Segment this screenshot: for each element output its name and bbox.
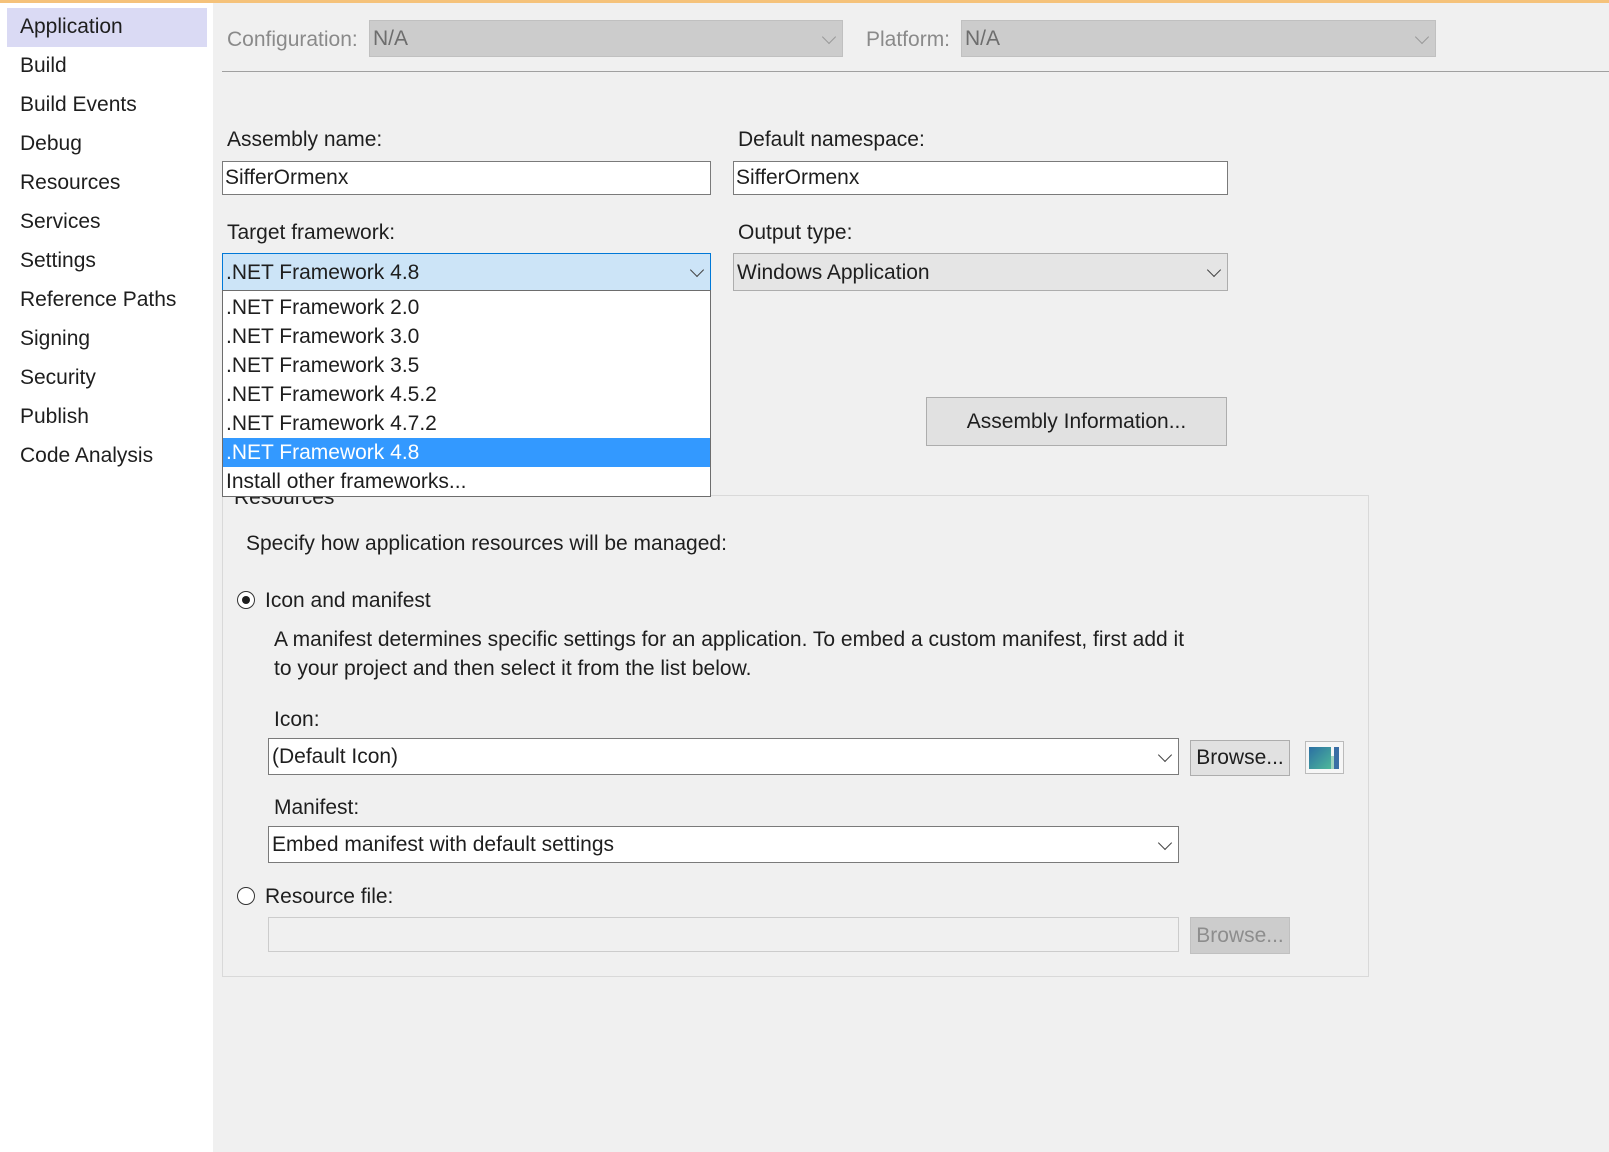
target-framework-select[interactable]: .NET Framework 4.8 <box>222 253 711 291</box>
target-framework-value: .NET Framework 4.8 <box>226 261 420 284</box>
dropdown-option[interactable]: .NET Framework 3.5 <box>223 351 710 380</box>
sidebar-item-build[interactable]: Build <box>7 47 207 86</box>
chevron-down-icon <box>1414 29 1430 44</box>
configuration-select[interactable]: N/A <box>369 20 843 57</box>
dropdown-option-install-other[interactable]: Install other frameworks... <box>223 467 710 496</box>
platform-label: Platform: <box>866 28 951 51</box>
sidebar-item-services[interactable]: Services <box>7 203 207 242</box>
icon-label: Icon: <box>274 708 320 731</box>
configuration-value: N/A <box>373 27 409 50</box>
dropdown-option[interactable]: .NET Framework 4.5.2 <box>223 380 710 409</box>
manifest-label: Manifest: <box>274 796 360 819</box>
default-namespace-input[interactable]: SifferOrmenx <box>733 161 1228 195</box>
manifest-select[interactable]: Embed manifest with default settings <box>268 826 1179 863</box>
icon-select-value: (Default Icon) <box>272 745 399 768</box>
application-icon-preview <box>1305 741 1344 774</box>
output-type-label: Output type: <box>738 221 853 244</box>
sidebar-item-security[interactable]: Security <box>7 359 207 398</box>
manifest-help-line2: to your project and then select it from … <box>274 657 752 680</box>
chevron-down-icon <box>1206 262 1222 278</box>
resource-file-radio[interactable] <box>237 887 255 905</box>
default-namespace-label: Default namespace: <box>738 128 925 151</box>
sidebar-item-settings[interactable]: Settings <box>7 242 207 281</box>
chevron-down-icon <box>689 262 705 278</box>
sidebar-item-debug[interactable]: Debug <box>7 125 207 164</box>
assembly-name-input[interactable]: SifferOrmenx <box>222 161 711 195</box>
sidebar-item-signing[interactable]: Signing <box>7 320 207 359</box>
sidebar-item-code-analysis[interactable]: Code Analysis <box>7 437 207 476</box>
output-type-select[interactable]: Windows Application <box>733 253 1228 291</box>
icon-manifest-radio[interactable] <box>237 591 255 609</box>
sidebar-item-build-events[interactable]: Build Events <box>7 86 207 125</box>
manifest-select-value: Embed manifest with default settings <box>272 833 615 856</box>
resource-file-browse-button[interactable]: Browse... <box>1190 917 1290 954</box>
window-accent-line <box>0 0 1609 3</box>
sidebar-item-reference-paths[interactable]: Reference Paths <box>7 281 207 320</box>
icon-select[interactable]: (Default Icon) <box>268 738 1179 775</box>
resources-description: Specify how application resources will b… <box>246 532 727 555</box>
icon-browse-button[interactable]: Browse... <box>1190 740 1290 776</box>
manifest-help-line1: A manifest determines specific settings … <box>274 628 1185 651</box>
resources-groupbox <box>222 495 1369 977</box>
platform-select[interactable]: N/A <box>961 20 1436 57</box>
chevron-down-icon <box>821 29 837 44</box>
sidebar-item-resources[interactable]: Resources <box>7 164 207 203</box>
platform-value: N/A <box>965 27 1001 50</box>
default-app-icon <box>1309 747 1339 769</box>
chevron-down-icon <box>1157 835 1173 850</box>
dropdown-option-selected[interactable]: .NET Framework 4.8 <box>223 438 710 467</box>
dropdown-option[interactable]: .NET Framework 2.0 <box>223 293 710 322</box>
radio-selected-dot <box>241 595 250 604</box>
output-type-value: Windows Application <box>737 261 930 284</box>
resource-file-input[interactable] <box>268 917 1179 952</box>
target-framework-dropdown: .NET Framework 2.0 .NET Framework 3.0 .N… <box>222 290 711 497</box>
assembly-information-button[interactable]: Assembly Information... <box>926 397 1227 446</box>
resource-file-label[interactable]: Resource file: <box>265 885 393 909</box>
sidebar: Application Build Build Events Debug Res… <box>0 3 213 1152</box>
dropdown-option[interactable]: .NET Framework 4.7.2 <box>223 409 710 438</box>
sidebar-item-publish[interactable]: Publish <box>7 398 207 437</box>
toolbar-divider <box>222 71 1609 72</box>
assembly-name-label: Assembly name: <box>227 128 383 151</box>
target-framework-label: Target framework: <box>227 221 396 244</box>
icon-manifest-label[interactable]: Icon and manifest <box>265 589 431 613</box>
chevron-down-icon <box>1157 747 1173 762</box>
sidebar-item-application[interactable]: Application <box>7 8 207 47</box>
dropdown-option[interactable]: .NET Framework 3.0 <box>223 322 710 351</box>
configuration-label: Configuration: <box>227 28 358 51</box>
